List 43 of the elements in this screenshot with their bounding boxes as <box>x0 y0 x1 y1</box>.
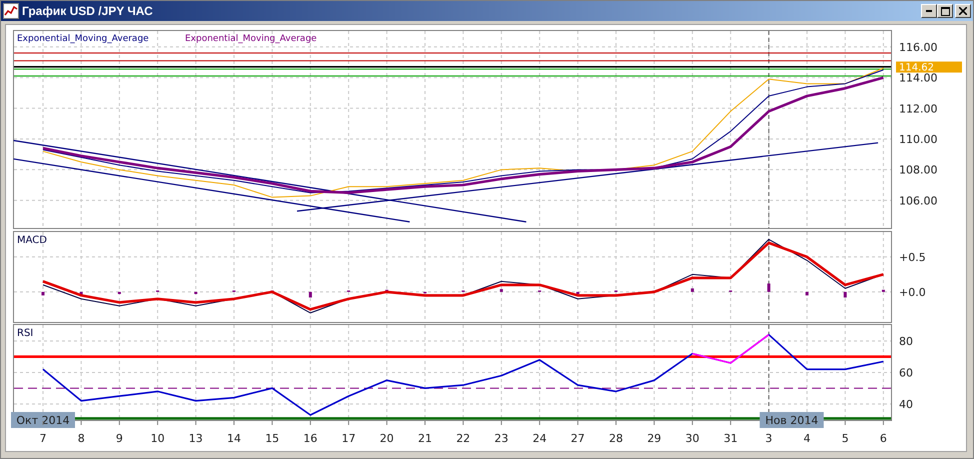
axis-label: +0.5 <box>899 250 926 264</box>
date-label: 30 <box>685 432 700 445</box>
axis-label: 40 <box>899 398 913 411</box>
date-label: 21 <box>418 432 432 445</box>
date-label: 15 <box>265 432 280 445</box>
date-label: 29 <box>647 432 662 445</box>
axis-label: 60 <box>899 366 913 380</box>
date-label: 16 <box>303 432 318 445</box>
date-label: 28 <box>609 432 623 445</box>
date-label: 20 <box>380 432 394 445</box>
date-label: 14 <box>227 432 241 445</box>
date-label: 9 <box>116 432 123 445</box>
date-label: 3 <box>765 432 772 445</box>
axis-label: 106.00 <box>899 194 938 208</box>
axis-label: 108.00 <box>899 164 938 177</box>
month-badge: Окт 2014 <box>11 412 75 428</box>
annotation: 114.62 <box>899 62 934 74</box>
axis-label: 112.00 <box>899 102 938 116</box>
date-label: 7 <box>40 432 46 445</box>
date-label: 13 <box>188 432 203 445</box>
date-label: 24 <box>532 432 547 445</box>
axis-label: 80 <box>899 335 913 348</box>
legend-label: Exponential_Moving_Average <box>185 34 317 44</box>
date-label: 6 <box>880 432 887 445</box>
date-label: 23 <box>494 432 508 445</box>
date-label: 4 <box>804 432 810 445</box>
axis-label: 114.00 <box>899 72 938 85</box>
axis-label: +0.0 <box>899 286 926 299</box>
date-label: 8 <box>78 432 85 445</box>
axis-label: 116.00 <box>899 40 938 54</box>
date-label: 31 <box>724 432 738 445</box>
legend-label: Exponential_Moving_Average <box>17 34 149 44</box>
date-label: 27 <box>570 432 585 445</box>
price-tag: 114.62 <box>896 62 962 74</box>
window-title: График USD /JPY ЧАС <box>22 4 154 18</box>
month-badge: Нов 2014 <box>760 412 824 428</box>
axis-label: 110.00 <box>899 132 938 146</box>
date-label: 10 <box>150 432 165 445</box>
date-label: 22 <box>456 432 470 445</box>
date-label: 17 <box>342 432 356 445</box>
panel-title: RSI <box>17 328 34 339</box>
panel-title: MACD <box>17 235 47 246</box>
date-label: 5 <box>842 432 849 445</box>
